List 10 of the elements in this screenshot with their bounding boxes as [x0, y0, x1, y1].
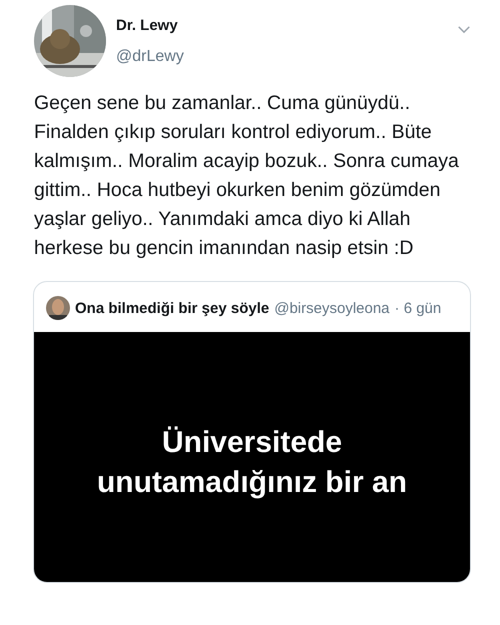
tweet-text: Geçen sene bu zamanlar.. Cuma günüydü.. Finalden çıkıp soruları kontrol ediyorum.. Büte kalmışım.. Moralim acayip bozuk.. Sonra cumaya gittim.. Hoca hutbeyi okurken benim gözümden yaşlar geliyo.. Yanımdaki amca diyo ki Allah herkese bu gencin imanından nasip etsin :D	[34, 91, 460, 261]
chevron-down-icon[interactable]	[457, 25, 471, 34]
quoted-author-handle: @birseysoyleona	[274, 300, 390, 316]
media-caption: Üniversitede	[162, 425, 342, 461]
media-caption: unutamadığınız bir an	[96, 465, 407, 501]
quoted-author-name: Ona bilmediği bir şey söyle	[75, 300, 270, 316]
quoted-tweet-card[interactable]: Ona bilmediği bir şey söyle @birseysoyleona · 6 gün Üniversitede unutamadığınız bir an	[33, 281, 471, 583]
author-handle[interactable]: @drLewy	[116, 48, 184, 66]
author-name[interactable]: Dr. Lewy	[116, 17, 178, 34]
quoted-tweet-time: · 6 gün	[394, 300, 442, 316]
